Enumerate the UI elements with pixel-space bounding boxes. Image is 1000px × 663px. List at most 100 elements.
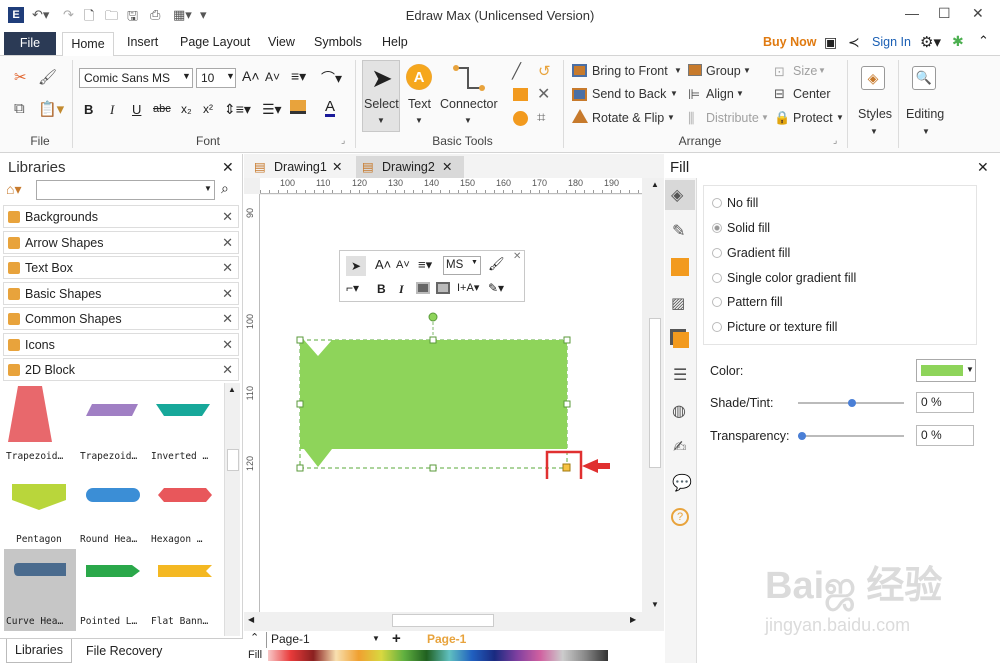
font-family-select[interactable]: Comic Sans MS: [79, 68, 193, 88]
cut-icon[interactable]: ✂: [14, 68, 27, 86]
tab-symbols[interactable]: Symbols: [314, 35, 362, 49]
align-button[interactable]: Align: [706, 87, 734, 101]
bullets-icon[interactable]: ☰▾: [262, 101, 282, 118]
bring-to-front-icon[interactable]: [572, 64, 587, 77]
connector-tool-icon[interactable]: [450, 62, 486, 94]
styles-button[interactable]: Styles: [858, 107, 892, 121]
close-library-icon[interactable]: ✕: [222, 286, 233, 302]
rectangle-icon[interactable]: [513, 88, 528, 101]
close-fill-panel-icon[interactable]: ✕: [977, 159, 989, 176]
line-spacing-icon[interactable]: ⇕≡▾: [224, 101, 251, 118]
ellipse-icon[interactable]: [513, 111, 528, 126]
close-library-icon[interactable]: ✕: [222, 362, 233, 378]
mini-select-icon[interactable]: ➤: [346, 256, 366, 276]
cart-icon[interactable]: ▣: [824, 34, 837, 51]
protect-button[interactable]: Protect: [793, 111, 833, 125]
fill-side-icon[interactable]: ◈: [665, 180, 695, 210]
mini-format-painter-icon[interactable]: 🖌: [488, 256, 505, 272]
close-library-icon[interactable]: ✕: [222, 235, 233, 251]
library-item-basic-shapes[interactable]: Basic Shapes ✕: [3, 282, 239, 305]
text-spacing-icon[interactable]: ⌒▾: [321, 68, 342, 88]
center-button[interactable]: Center: [793, 87, 831, 101]
note-side-icon[interactable]: ✍: [665, 432, 695, 462]
buy-now-link[interactable]: Buy Now: [763, 35, 816, 49]
home-icon[interactable]: ⌂▾: [6, 181, 21, 198]
mini-italic-icon[interactable]: I: [399, 282, 404, 297]
library-item-arrow-shapes[interactable]: Arrow Shapes ✕: [3, 231, 239, 254]
mini-align-icon[interactable]: ≡▾: [418, 257, 432, 273]
document-tab-drawing1[interactable]: ▤ Drawing1 ✕: [248, 156, 352, 178]
radio-picture-fill[interactable]: [712, 322, 722, 332]
mini-connector-icon[interactable]: ⌐▾: [346, 281, 359, 295]
close-library-icon[interactable]: ✕: [222, 337, 233, 353]
radio-single-color-gradient[interactable]: [712, 273, 722, 283]
tab-file-recovery[interactable]: File Recovery: [86, 644, 162, 658]
group-button[interactable]: Group: [706, 64, 741, 78]
radio-no-fill[interactable]: [712, 198, 722, 208]
library-item-backgrounds[interactable]: Backgrounds ✕: [3, 205, 239, 228]
radio-pattern-fill[interactable]: [712, 297, 722, 307]
subscript-icon[interactable]: x₂: [181, 102, 192, 116]
mini-grow-font-icon[interactable]: A˄: [375, 257, 391, 272]
close-panel-icon[interactable]: ✕: [222, 159, 234, 176]
close-tab-icon[interactable]: ✕: [332, 156, 342, 178]
color-picker[interactable]: ▼: [916, 359, 976, 382]
text-highlight-icon[interactable]: [290, 100, 306, 114]
layer-side-icon[interactable]: [665, 324, 695, 354]
option-pattern-fill[interactable]: Pattern fill: [727, 295, 783, 309]
shade-spinbox[interactable]: 0 %: [916, 392, 974, 413]
align-text-icon[interactable]: ≡▾: [291, 68, 306, 85]
library-item-2d-block[interactable]: 2D Block ✕: [3, 358, 239, 381]
collapse-ribbon-icon[interactable]: ⌃: [978, 33, 989, 49]
close-window-icon[interactable]: ✕: [972, 5, 984, 22]
page-side-icon[interactable]: ☰: [665, 360, 695, 390]
close-library-icon[interactable]: ✕: [222, 311, 233, 327]
superscript-icon[interactable]: x²: [203, 102, 213, 116]
bold-icon[interactable]: B: [84, 102, 93, 117]
option-solid-fill[interactable]: Solid fill: [727, 221, 770, 235]
tab-libraries[interactable]: Libraries: [6, 639, 72, 663]
tab-file[interactable]: File: [4, 32, 56, 55]
shade-slider-thumb[interactable]: [848, 399, 856, 407]
library-item-common-shapes[interactable]: Common Shapes ✕: [3, 307, 239, 330]
align-icon[interactable]: ⊫: [688, 86, 700, 103]
library-scrollbar[interactable]: ▲: [224, 383, 240, 636]
arrange-dialog-icon[interactable]: ⌟: [833, 135, 837, 146]
mini-edit-icon[interactable]: ✎▾: [488, 281, 504, 295]
mini-spacing-icon[interactable]: I+A▾: [457, 281, 479, 294]
comment-side-icon[interactable]: 💬: [665, 468, 695, 498]
help-side-icon[interactable]: ?: [665, 504, 695, 534]
center-icon[interactable]: ⊟: [774, 86, 785, 102]
italic-icon[interactable]: I: [110, 102, 114, 118]
page-nav-up-icon[interactable]: ⌃: [250, 631, 259, 644]
theme-icon[interactable]: ✱: [952, 33, 964, 50]
minimize-icon[interactable]: —: [905, 5, 919, 21]
globe-side-icon[interactable]: ◍: [665, 396, 695, 426]
library-item-icons[interactable]: Icons ✕: [3, 333, 239, 356]
tab-help[interactable]: Help: [382, 35, 408, 49]
library-search-input[interactable]: [36, 180, 215, 200]
transparency-slider[interactable]: [798, 432, 904, 440]
format-painter-icon[interactable]: 🖌: [38, 68, 57, 86]
close-library-icon[interactable]: ✕: [222, 209, 233, 225]
styles-icon[interactable]: ◈: [861, 66, 885, 90]
transparency-slider-thumb[interactable]: [798, 432, 806, 440]
document-tab-drawing2[interactable]: ▤ Drawing2 ✕: [356, 156, 464, 178]
group-icon[interactable]: [688, 64, 702, 76]
crop-icon[interactable]: ⌗: [537, 109, 545, 126]
option-no-fill[interactable]: No fill: [727, 196, 758, 210]
shadow-side-icon[interactable]: [665, 252, 695, 282]
mini-shrink-font-icon[interactable]: A˅: [396, 259, 410, 271]
radio-gradient-fill[interactable]: [712, 248, 722, 258]
page-select[interactable]: Page-1: [266, 632, 380, 648]
editing-button[interactable]: Editing: [906, 107, 944, 121]
share-icon[interactable]: ≺: [848, 34, 860, 51]
mini-bold-icon[interactable]: B: [377, 282, 386, 296]
option-gradient-fill[interactable]: Gradient fill: [727, 246, 790, 260]
line-side-icon[interactable]: ✎: [665, 216, 695, 246]
rotate-flip-icon[interactable]: [572, 109, 588, 123]
sign-in-link[interactable]: Sign In: [872, 35, 911, 49]
color-swatches[interactable]: [268, 650, 608, 661]
transparency-spinbox[interactable]: 0 %: [916, 425, 974, 446]
tab-insert[interactable]: Insert: [127, 35, 158, 49]
